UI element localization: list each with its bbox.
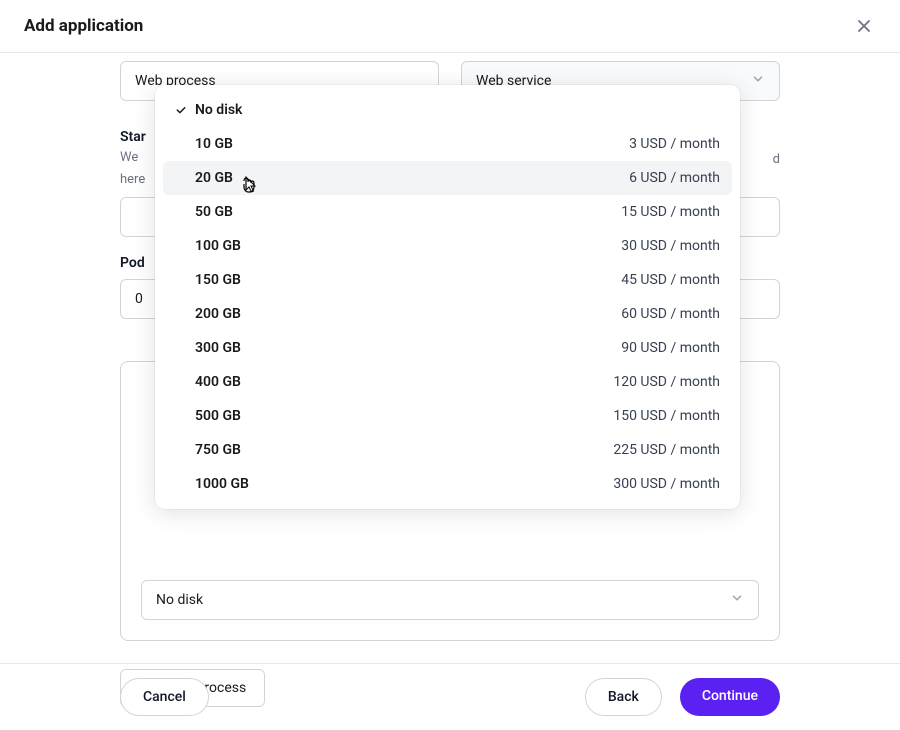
check-icon <box>175 104 195 116</box>
disk-option[interactable]: 20 GB 6 USD / month <box>163 161 732 195</box>
disk-option-label: 500 GB <box>195 408 241 424</box>
disk-option-price: 3 USD / month <box>629 136 720 152</box>
disk-option-price: 6 USD / month <box>629 170 720 186</box>
continue-button[interactable]: Continue <box>680 678 780 716</box>
disk-option-label: 50 GB <box>195 204 233 220</box>
disk-option[interactable]: 10 GB 3 USD / month <box>163 127 732 161</box>
disk-option-price: 45 USD / month <box>621 272 720 288</box>
disk-option-label: 400 GB <box>195 374 241 390</box>
back-label: Back <box>608 689 639 705</box>
disk-option[interactable]: 50 GB 15 USD / month <box>163 195 732 229</box>
footer-right: Back Continue <box>585 678 780 716</box>
disk-option[interactable]: 200 GB 60 USD / month <box>163 297 732 331</box>
cancel-label: Cancel <box>143 689 186 705</box>
cancel-button[interactable]: Cancel <box>120 678 209 716</box>
disk-option-price: 15 USD / month <box>621 204 720 220</box>
disk-option-label: 300 GB <box>195 340 241 356</box>
disk-option-label: 150 GB <box>195 272 241 288</box>
disk-dropdown: No disk 10 GB 3 USD / month 20 GB 6 USD / mo… <box>155 85 740 509</box>
disk-option[interactable]: 100 GB 30 USD / month <box>163 229 732 263</box>
disk-option[interactable]: 750 GB 225 USD / month <box>163 433 732 467</box>
start-sub2: here <box>120 171 146 189</box>
disk-select[interactable]: No disk <box>141 580 759 620</box>
disk-option[interactable]: 400 GB 120 USD / month <box>163 365 732 399</box>
chevron-down-icon <box>730 591 744 609</box>
disk-option-label: 200 GB <box>195 306 241 322</box>
modal-header: Add application <box>0 0 900 53</box>
disk-option-label: 1000 GB <box>195 476 249 492</box>
pod-value: 0 <box>135 291 143 307</box>
start-sub1: We <box>120 149 146 167</box>
disk-option-price: 300 USD / month <box>613 476 720 492</box>
disk-option[interactable]: 300 GB 90 USD / month <box>163 331 732 365</box>
start-label: Star <box>120 129 146 145</box>
disk-option[interactable]: 1000 GB 300 USD / month <box>163 467 732 501</box>
modal-footer: Cancel Back Continue <box>0 663 900 730</box>
chevron-down-icon <box>751 72 765 90</box>
disk-option-price: 120 USD / month <box>613 374 720 390</box>
disk-option-label: 750 GB <box>195 442 241 458</box>
disk-option-label: 10 GB <box>195 136 233 152</box>
disk-option[interactable]: 500 GB 150 USD / month <box>163 399 732 433</box>
disk-option-price: 30 USD / month <box>621 238 720 254</box>
close-icon <box>856 18 872 34</box>
start-sub-right: d <box>773 151 780 189</box>
continue-label: Continue <box>702 688 758 704</box>
disk-option[interactable]: 150 GB 45 USD / month <box>163 263 732 297</box>
disk-option-price: 90 USD / month <box>621 340 720 356</box>
disk-option-price: 150 USD / month <box>613 408 720 424</box>
disk-option-price: 60 USD / month <box>621 306 720 322</box>
disk-option-label: 100 GB <box>195 238 241 254</box>
close-button[interactable] <box>852 14 876 38</box>
disk-option-label: No disk <box>195 102 242 118</box>
disk-option[interactable]: No disk <box>163 93 732 127</box>
disk-option-price: 225 USD / month <box>613 442 720 458</box>
modal-title: Add application <box>24 16 143 36</box>
disk-select-value: No disk <box>156 592 203 608</box>
disk-option-label: 20 GB <box>195 170 233 186</box>
back-button[interactable]: Back <box>585 678 662 716</box>
